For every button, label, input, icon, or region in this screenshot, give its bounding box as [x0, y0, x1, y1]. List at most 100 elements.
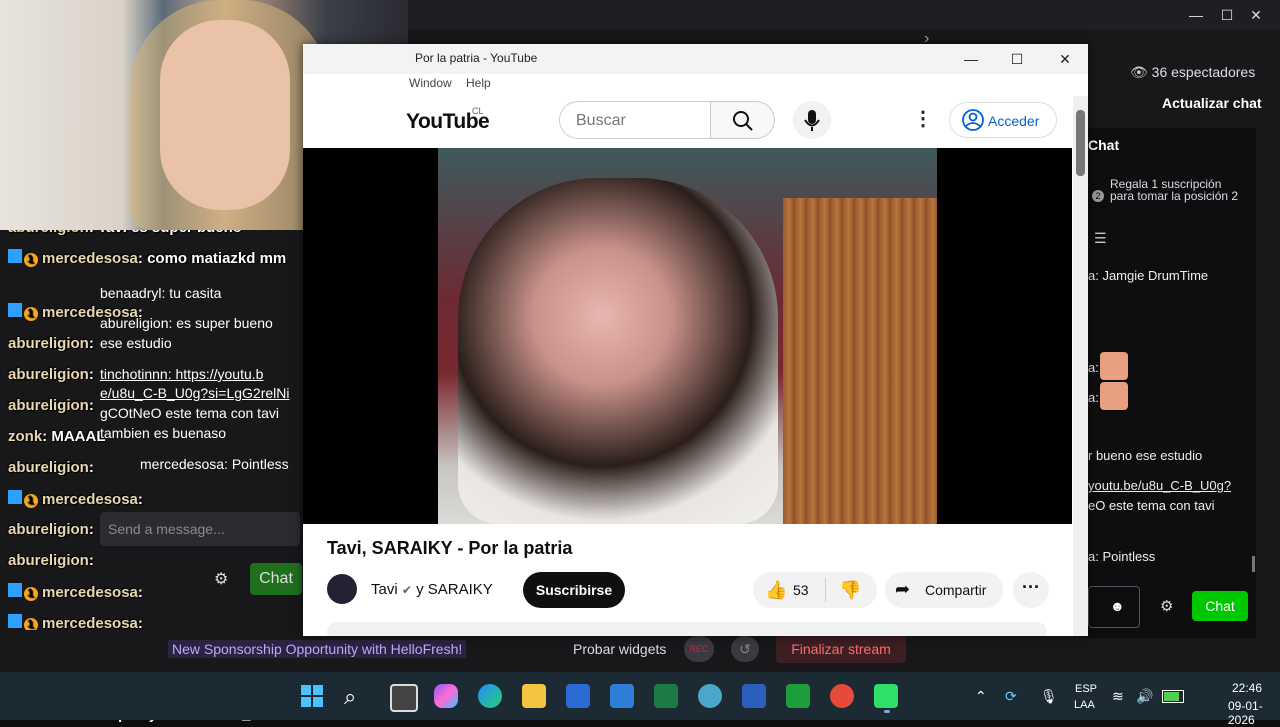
list-icon[interactable]: ☰ [1094, 230, 1107, 247]
right-chat-send-button[interactable]: Chat [1192, 591, 1248, 621]
overlay-chat-message: : [88, 552, 94, 569]
description-box[interactable] [327, 622, 1047, 636]
minimize-icon[interactable]: — [949, 47, 993, 71]
language-indicator[interactable]: ESP [1075, 683, 1097, 695]
channel-collab[interactable]: y SARAIKY [416, 581, 493, 598]
xbox-icon[interactable] [786, 684, 810, 708]
sub-badge-icon [8, 303, 22, 317]
minimize-icon[interactable]: — [1182, 4, 1210, 26]
voice-search-button[interactable] [793, 101, 831, 139]
mic-icon[interactable]: 🎙 [1040, 688, 1058, 705]
overlay-chat-username: abureligion [8, 459, 89, 476]
overlay-chat-username: abureligion [8, 366, 89, 383]
emote-icon [1100, 382, 1128, 410]
video-frame [438, 148, 937, 524]
user-circle-icon [962, 109, 984, 131]
word-icon[interactable] [742, 684, 766, 708]
record-button[interactable]: REC [684, 636, 714, 662]
yt-scrollbar[interactable] [1073, 96, 1088, 636]
gear-icon[interactable]: ⚙ [1160, 597, 1173, 615]
share-label[interactable]: Compartir [925, 582, 986, 598]
gift-sub-text: Regala 1 suscripción para tomar la posic… [1110, 177, 1239, 203]
like-count[interactable]: 53 [793, 582, 809, 598]
youtube-window: Por la patria - YouTube — ☐ ✕ Window Hel… [303, 44, 1088, 636]
right-chat-line: eO este tema con tavi [1088, 498, 1215, 513]
stream-app-titlebar [408, 0, 1280, 30]
right-chat-line: a: [1088, 390, 1099, 405]
app-icon[interactable] [698, 684, 722, 708]
photo-editor-icon[interactable] [830, 684, 854, 708]
overlay-chat-line: abureligion: [8, 521, 94, 538]
overlay-chat-line: 1 mercedesosa: [8, 490, 143, 508]
gift-badge-icon: 1 [24, 587, 38, 601]
copilot-icon[interactable] [434, 684, 458, 708]
task-view-icon[interactable] [390, 684, 418, 712]
eye-icon: 👁 [1130, 64, 1148, 80]
like-icon[interactable]: 👍 [765, 580, 787, 601]
video-player[interactable] [303, 148, 1072, 524]
try-widgets-button[interactable]: Probar widgets [573, 641, 666, 657]
sub-badge-icon [8, 249, 22, 263]
clock-date[interactable]: 09-01-2026 [1228, 699, 1280, 727]
gift-badge-icon: 1 [24, 307, 38, 321]
menu-help[interactable]: Help [466, 76, 491, 90]
volume-icon[interactable]: 🔊 [1136, 688, 1153, 705]
refresh-chat-button[interactable]: Actualizar chat [1162, 95, 1262, 111]
overlay-chat-message: : [88, 521, 94, 538]
overlay-chat-username: abureligion [8, 552, 89, 569]
overlay-chat-line: abureligion: [8, 335, 94, 352]
windows-start-icon[interactable] [300, 684, 324, 708]
store-icon[interactable] [566, 684, 590, 708]
sign-in-label[interactable]: Acceder [988, 113, 1039, 129]
search-input[interactable]: Buscar [559, 101, 711, 139]
overlay-chat-message: : [137, 491, 143, 508]
end-stream-button[interactable]: Finalizar stream [776, 635, 906, 663]
file-explorer-icon[interactable] [522, 684, 546, 708]
right-chat-scrollbar[interactable] [1252, 556, 1255, 572]
stream-app-icon[interactable] [874, 684, 898, 708]
sync-icon[interactable]: ⟳ [1005, 688, 1017, 705]
more-actions-button[interactable]: ··· [1013, 572, 1049, 608]
right-chat-link[interactable]: youtu.be/u8u_C-B_U0g? [1088, 478, 1231, 493]
overlay-chat-message: : [88, 459, 94, 476]
yt-scrollbar-thumb[interactable] [1076, 110, 1085, 176]
active-app-indicator [884, 710, 890, 713]
chevron-up-icon[interactable]: ⌃ [975, 688, 987, 705]
gift-badge-icon: 1 [24, 494, 38, 508]
close-icon[interactable]: ✕ [1242, 4, 1270, 26]
excel-icon[interactable] [654, 684, 678, 708]
channel-name[interactable]: Tavi [371, 581, 398, 598]
menu-window[interactable]: Window [409, 76, 452, 90]
overlay-chat-message: : como matiazkd mm [137, 250, 287, 267]
overlay-chat-message: : [137, 304, 143, 321]
clock-time[interactable]: 22:46 [1232, 681, 1262, 695]
maximize-icon[interactable]: ☐ [995, 47, 1039, 71]
sponsor-banner[interactable]: New Sponsorship Opportunity with HelloFr… [168, 640, 467, 658]
overlay-chat-username: mercedesosa [42, 304, 138, 321]
mail-icon[interactable] [610, 684, 634, 708]
overlay-chat-username: zonk [8, 428, 43, 445]
channel-avatar[interactable] [327, 574, 357, 604]
overlay-chat-line: abureligion: [8, 459, 94, 476]
gift-icon: 2 [1092, 190, 1104, 202]
battery-icon[interactable] [1162, 690, 1184, 703]
verified-icon: ✔ [401, 583, 412, 597]
keyboard-layout-indicator[interactable]: LAA [1074, 699, 1095, 711]
more-vert-icon[interactable]: ⋮ [913, 106, 933, 131]
replay-icon[interactable]: ↺ [731, 636, 759, 662]
wifi-icon[interactable]: ≋ [1112, 688, 1124, 705]
viewer-count-label: 36 espectadores [1151, 64, 1256, 80]
video-background-wall [783, 198, 937, 524]
taskbar [0, 672, 1280, 720]
right-chat-line: a: Jamgie DrumTime [1088, 268, 1209, 283]
emoji-icon[interactable]: ☻ [1110, 598, 1125, 614]
search-icon[interactable]: ⌕ [344, 684, 356, 710]
edge-icon[interactable] [478, 684, 502, 708]
overlay-chat-line: 1 mercedesosa: como matiazkd mm [8, 249, 286, 267]
dislike-icon[interactable]: 👎 [839, 580, 861, 601]
search-button[interactable] [711, 101, 775, 139]
channel-names[interactable]: Tavi ✔ y SARAIKY [371, 581, 493, 598]
subscribe-button[interactable]: Suscribirse [523, 572, 625, 608]
close-icon[interactable]: ✕ [1043, 47, 1087, 71]
maximize-icon[interactable]: ☐ [1213, 4, 1241, 26]
